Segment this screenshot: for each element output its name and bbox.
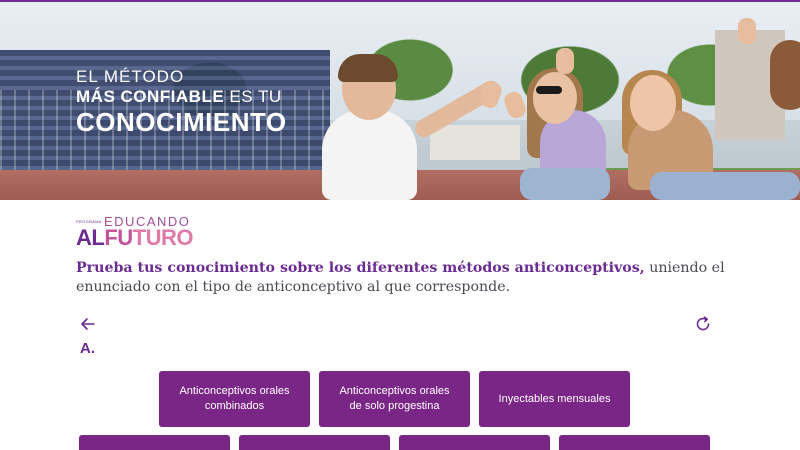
- option-button[interactable]: Inyectables mensuales: [479, 371, 630, 427]
- logo-turo: TURO: [132, 225, 194, 250]
- option-button[interactable]: [239, 435, 390, 450]
- arrow-left-icon[interactable]: [78, 314, 98, 334]
- hand: [738, 18, 756, 44]
- hero-banner: EL MÉTODO MÁS CONFIABLE ES TU CONOCIMIEN…: [0, 0, 800, 200]
- logo-main: ALFUTURO: [76, 225, 193, 251]
- person-head: [630, 75, 676, 131]
- reload-icon[interactable]: [693, 314, 713, 334]
- hero-line-2: MÁS CONFIABLE ES TU: [76, 86, 287, 108]
- person-hair: [770, 40, 800, 110]
- option-button[interactable]: [79, 435, 230, 450]
- hero-line-1: EL MÉTODO: [76, 67, 185, 86]
- question-letter: A.: [80, 340, 95, 357]
- hand: [556, 48, 574, 74]
- instructions-strong: Prueba tus conocimiento sobre los difere…: [76, 260, 645, 276]
- hero-line-3: CONOCIMIENTO: [76, 107, 287, 137]
- hero-line-2-bold: MÁS CONFIABLE: [76, 87, 225, 106]
- option-button[interactable]: Anticonceptivos orales de solo progestin…: [319, 371, 470, 427]
- option-button[interactable]: [399, 435, 550, 450]
- hero-building-small: [430, 125, 520, 160]
- person-legs: [520, 168, 610, 200]
- person-hair: [338, 54, 398, 82]
- hero-line-2-rest: ES TU: [224, 87, 282, 106]
- sunglasses: [536, 86, 562, 94]
- option-button[interactable]: [559, 435, 710, 450]
- instructions-text: Prueba tus conocimiento sobre los difere…: [76, 259, 736, 297]
- hero-headline: EL MÉTODO MÁS CONFIABLE ES TU CONOCIMIEN…: [76, 67, 287, 137]
- logo-programa: PROGRAMA: [76, 219, 102, 224]
- option-button[interactable]: Anticonceptivos orales combinados: [159, 371, 310, 427]
- top-accent-line: [0, 0, 800, 2]
- person-head: [533, 72, 577, 124]
- person-body: [322, 110, 417, 200]
- logo-al: AL: [76, 225, 105, 250]
- person-legs: [650, 172, 800, 200]
- logo-fu: FU: [104, 225, 133, 250]
